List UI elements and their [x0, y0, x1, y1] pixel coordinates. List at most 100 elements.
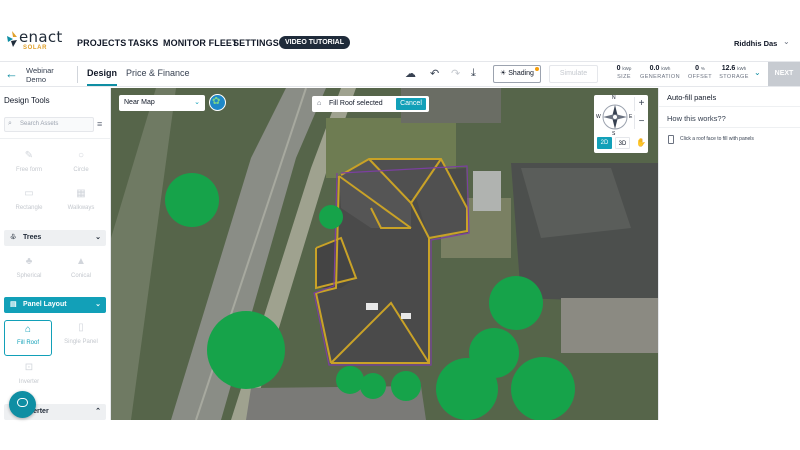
tool-single-panel-label: Single Panel	[64, 339, 98, 345]
user-name[interactable]: Riddhis Das	[734, 39, 777, 48]
stat-offset-unit: %	[700, 66, 705, 71]
section-trees-label: Trees	[23, 234, 42, 241]
fill-roof-banner: ⌂ Fill Roof selected Cancel	[312, 96, 429, 112]
chevron-down-icon: ⌄	[95, 301, 101, 308]
satellite-map[interactable]: Near Map ⌄ ✿ ⌂ Fill Roof selected Cancel…	[111, 88, 658, 420]
stat-size-label: SIZE	[617, 74, 631, 80]
view-3d-button[interactable]: 3D	[615, 137, 630, 149]
tool-fill-roof[interactable]: ⌂ Fill Roof	[4, 320, 52, 356]
nav-settings[interactable]: SETTINGS	[233, 38, 279, 48]
chat-bubble-icon	[17, 398, 28, 407]
brand-sub: SOLAR	[23, 45, 47, 51]
stat-offset-label: OFFSET	[687, 74, 713, 80]
stat-storage-unit: kWh	[737, 66, 747, 71]
tab-design[interactable]: Design	[87, 68, 117, 78]
auto-fill-hint: Click a roof face to fill with panels	[680, 136, 754, 142]
shading-label: Shading	[508, 70, 534, 77]
tool-rectangle-label: Rectangle	[15, 205, 43, 211]
chevron-up-icon: ⌃	[95, 408, 101, 415]
fill-roof-icon: ⌂	[317, 100, 322, 107]
map-source-select[interactable]: Near Map ⌄	[119, 95, 205, 111]
redo-icon[interactable]: ↷	[451, 67, 460, 80]
tab-price-finance[interactable]: Price & Finance	[126, 68, 190, 78]
nav-tasks[interactable]: TASKS	[128, 38, 158, 48]
project-name-line1: Webinar	[26, 66, 54, 75]
brand-logo[interactable]: enact SOLAR	[5, 28, 65, 56]
cloud-save-icon[interactable]: ☁	[405, 67, 416, 80]
hand-pan-icon[interactable]: ✋	[634, 137, 648, 149]
next-button[interactable]: NEXT	[768, 62, 800, 86]
tool-circle[interactable]: ○ Circle	[56, 148, 106, 186]
nav-monitor-fleet[interactable]: MONITOR FLEET	[163, 38, 238, 48]
divider	[0, 138, 110, 139]
stat-size-unit: kWp	[622, 66, 632, 71]
solar-panel-icon: ▤	[10, 301, 17, 308]
divider	[659, 106, 800, 107]
walkway-icon: ▦	[76, 188, 86, 199]
active-tab-indicator	[87, 84, 117, 86]
project-name-line2: Demo	[26, 75, 47, 84]
fill-roof-icon: ⌂	[24, 324, 32, 335]
compass-west: W	[596, 114, 601, 120]
search-placeholder: Search Assets	[20, 121, 59, 127]
globe-icon[interactable]: ✿	[209, 94, 226, 111]
tool-spherical[interactable]: ♣ Spherical	[4, 254, 54, 292]
shading-button[interactable]: ☀ Shading	[493, 65, 541, 83]
compass-north: N	[612, 95, 616, 101]
compass-east: E	[629, 114, 633, 120]
project-name: Webinar Demo	[26, 66, 54, 84]
download-icon[interactable]: ⤓	[471, 67, 476, 80]
search-assets-input[interactable]: ⌕ Search Assets	[4, 117, 94, 132]
stat-generation-value: 0.0	[649, 65, 660, 72]
pen-icon: ✎	[24, 150, 34, 161]
simulate-button[interactable]: Simulate	[549, 65, 598, 83]
chat-button[interactable]	[9, 391, 36, 418]
how-this-works-link[interactable]: How this works??	[667, 114, 726, 123]
cancel-button[interactable]: Cancel	[396, 98, 426, 110]
section-trees[interactable]: ♧ Trees ⌄	[4, 230, 106, 246]
auto-fill-panel: Auto-fill panels How this works?? Click …	[658, 88, 800, 420]
app-root: enact SOLAR PROJECTS TASKS MONITOR FLEET…	[0, 0, 800, 450]
notification-dot	[535, 67, 539, 71]
zoom-in-button[interactable]: +	[634, 97, 648, 111]
tool-fill-roof-label: Fill Roof	[16, 340, 39, 346]
stat-size: 0 kWp SIZE	[613, 65, 635, 80]
stat-offset: 0 % OFFSET	[686, 65, 714, 80]
tool-circle-label: Circle	[73, 167, 89, 173]
stat-generation-unit: kWh	[661, 66, 671, 71]
panel-icon	[668, 135, 674, 144]
sun-icon: ☀	[500, 70, 507, 77]
tool-walkways[interactable]: ▦ Walkways	[56, 186, 106, 224]
section-panel-layout[interactable]: ▤ Panel Layout ⌄	[4, 297, 106, 313]
tool-rectangle[interactable]: ▭ Rectangle	[4, 186, 54, 224]
fill-roof-banner-text: Fill Roof selected	[329, 100, 383, 107]
rectangle-icon: ▭	[24, 188, 34, 199]
stat-generation: 0.0 kWh GENERATION	[640, 65, 680, 80]
stat-offset-value: 0	[695, 65, 699, 72]
sidebar-title: Design Tools	[4, 96, 50, 105]
back-arrow-icon[interactable]: ←	[5, 66, 18, 81]
map-imagery[interactable]	[111, 88, 658, 420]
tool-free-form[interactable]: ✎ Free form	[4, 148, 54, 186]
design-tools-sidebar: Design Tools ⌕ Search Assets ≡ ✎ Free fo…	[0, 88, 111, 420]
inverter-icon: ⊡	[24, 362, 34, 373]
map-source-value: Near Map	[124, 99, 155, 106]
list-view-icon[interactable]: ≡	[97, 119, 102, 129]
divider	[659, 127, 800, 128]
tool-conical[interactable]: ▲ Conical	[56, 254, 106, 292]
stats-chevron-down-icon[interactable]: ⌄	[754, 68, 761, 77]
stat-storage: 12.6 kWh STORAGE	[717, 65, 751, 80]
zoom-out-button[interactable]: −	[634, 115, 648, 129]
chevron-down-icon[interactable]: ⌄	[783, 37, 790, 46]
top-nav: enact SOLAR PROJECTS TASKS MONITOR FLEET…	[0, 22, 800, 62]
divider	[77, 66, 78, 83]
spherical-tree-icon: ♣	[25, 256, 33, 267]
tool-inverter-label: Inverter	[18, 379, 40, 385]
undo-icon[interactable]: ↶	[430, 67, 439, 80]
video-tutorial-button[interactable]: VIDEO TUTORIAL	[279, 36, 350, 49]
chevron-down-icon: ⌄	[194, 99, 200, 106]
tool-single-panel[interactable]: ▯ Single Panel	[56, 320, 106, 358]
view-2d-button[interactable]: 2D	[597, 137, 612, 149]
single-panel-icon: ▯	[78, 322, 84, 333]
nav-projects[interactable]: PROJECTS	[77, 38, 126, 48]
